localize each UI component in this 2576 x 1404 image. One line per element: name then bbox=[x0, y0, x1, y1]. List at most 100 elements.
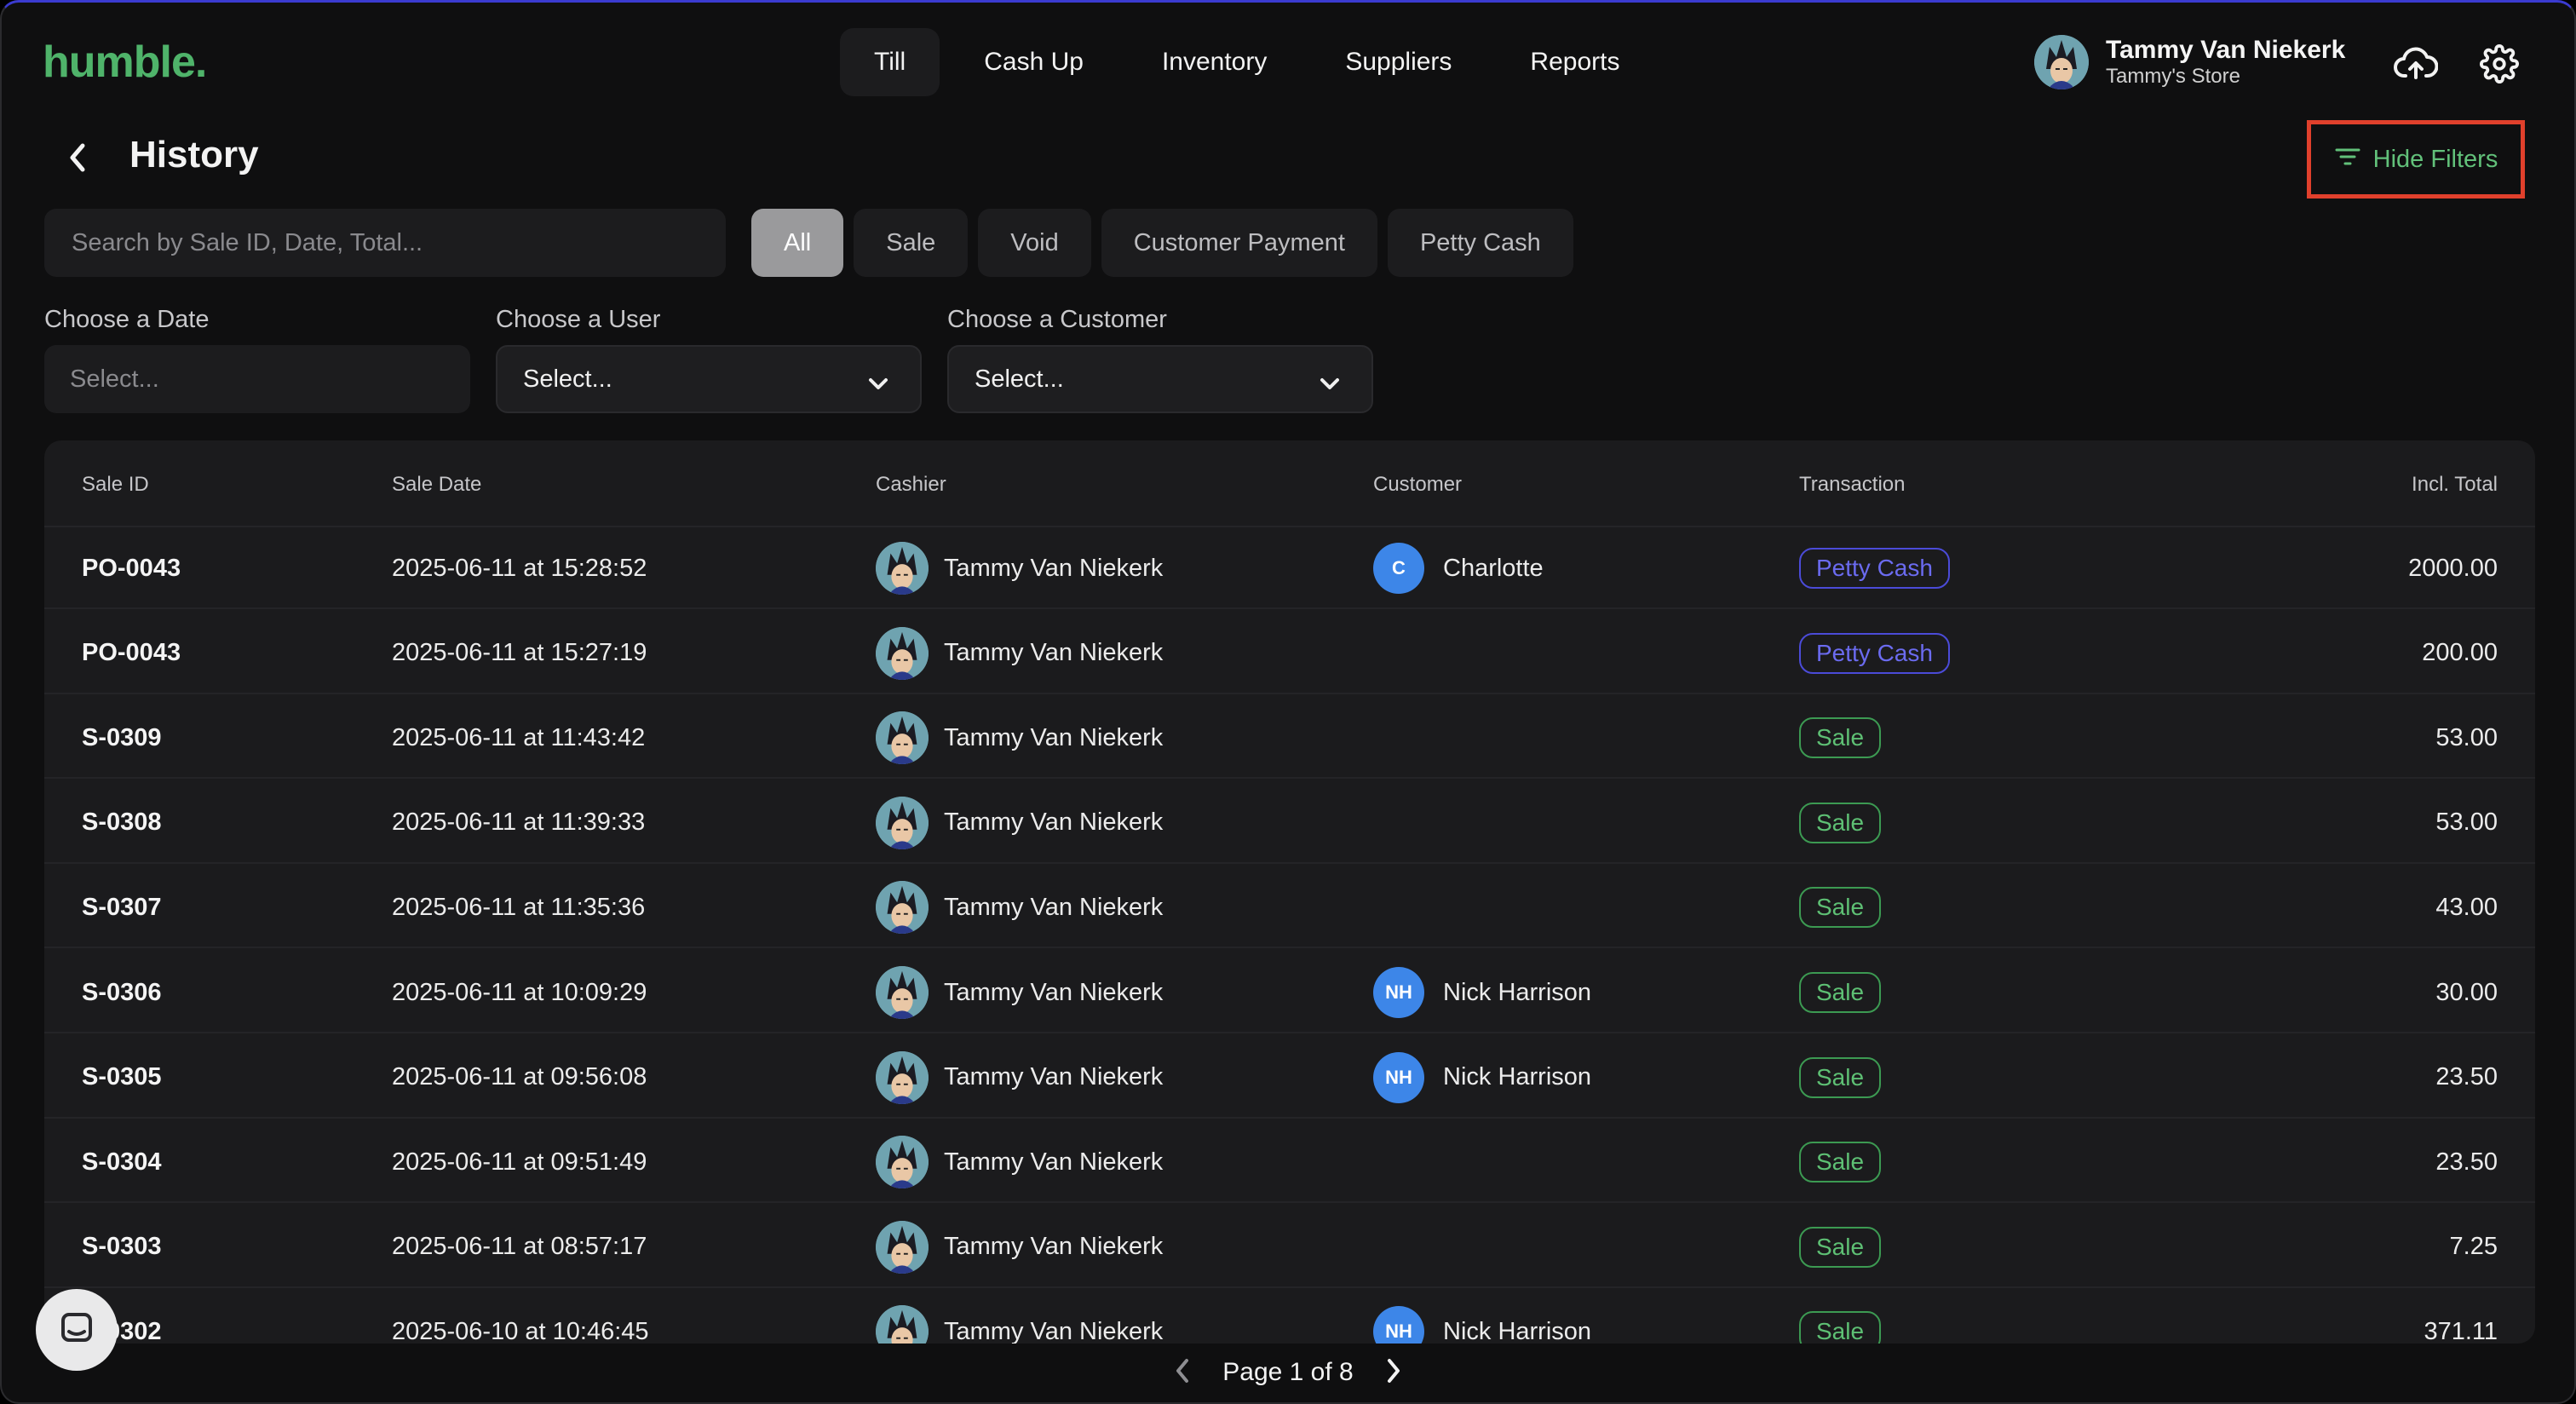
sale-id: S-0306 bbox=[82, 978, 162, 1006]
customer-cell: C Charlotte bbox=[1373, 527, 1544, 609]
nav-reports[interactable]: Reports bbox=[1496, 28, 1653, 96]
chevron-down-icon bbox=[1319, 371, 1341, 399]
table-row[interactable]: S-0305 2025-06-11 at 09:56:08 Tammy Van Ni… bbox=[44, 1037, 2535, 1119]
search-input[interactable] bbox=[44, 209, 726, 277]
nav-suppliers[interactable]: Suppliers bbox=[1311, 28, 1486, 96]
transaction-cell: Sale bbox=[1799, 782, 1882, 864]
table-row[interactable]: S-0307 2025-06-11 at 11:35:36 Tammy Van Ni… bbox=[44, 866, 2535, 949]
transaction-badge: Sale bbox=[1799, 972, 1882, 1013]
customer-select-value: Select... bbox=[975, 365, 1064, 393]
cashier-cell: Tammy Van Niekerk bbox=[876, 527, 1163, 609]
main-nav: Till Cash Up Inventory Suppliers Reports bbox=[840, 28, 1653, 96]
transaction-badge: Sale bbox=[1799, 1142, 1882, 1183]
transaction-cell: Sale bbox=[1799, 697, 1882, 779]
app-window: humble. Till Cash Up Inventory Suppliers… bbox=[0, 0, 2576, 1404]
cashier-name: Tammy Van Niekerk bbox=[944, 639, 1164, 667]
sale-date: 2025-06-11 at 10:09:29 bbox=[392, 978, 647, 1006]
nav-cash-up[interactable]: Cash Up bbox=[950, 28, 1118, 96]
nav-till[interactable]: Till bbox=[840, 28, 940, 96]
avatar bbox=[876, 626, 929, 680]
chat-icon bbox=[59, 1310, 95, 1350]
hide-filters-button[interactable]: Hide Filters bbox=[2307, 120, 2525, 199]
chip-customer-payment[interactable]: Customer Payment bbox=[1101, 209, 1377, 277]
incl-total: 2000.00 bbox=[2408, 554, 2498, 582]
hide-filters-label: Hide Filters bbox=[2372, 145, 2498, 173]
date-picker[interactable]: Select... bbox=[44, 345, 470, 413]
chat-support-button[interactable] bbox=[36, 1289, 118, 1371]
chip-sale[interactable]: Sale bbox=[854, 209, 969, 277]
sale-id: S-0305 bbox=[82, 1063, 162, 1091]
transaction-cell: Sale bbox=[1799, 952, 1882, 1033]
sale-id: S-0303 bbox=[82, 1233, 162, 1261]
chevron-down-icon bbox=[867, 371, 889, 399]
table-row[interactable]: S-0302 2025-06-10 at 10:46:45 Tammy Van Ni… bbox=[44, 1291, 2535, 1344]
incl-total: 53.00 bbox=[2435, 808, 2498, 837]
page-title: History bbox=[129, 134, 259, 176]
avatar bbox=[876, 966, 929, 1019]
cashier-cell: Tammy Van Niekerk bbox=[876, 866, 1163, 948]
sale-date: 2025-06-11 at 15:27:19 bbox=[392, 639, 647, 667]
table-row[interactable]: S-0308 2025-06-11 at 11:39:33 Tammy Van Ni… bbox=[44, 782, 2535, 864]
user-menu[interactable]: Tammy Van Niekerk Tammy's Store bbox=[2034, 35, 2345, 89]
header-sale-id: Sale ID bbox=[82, 473, 149, 496]
customer-select[interactable]: Select... bbox=[947, 345, 1373, 413]
table-row[interactable]: S-0309 2025-06-11 at 11:43:42 Tammy Van Ni… bbox=[44, 697, 2535, 780]
sale-id: PO-0043 bbox=[82, 554, 181, 582]
chevron-right-icon[interactable] bbox=[1384, 1357, 1403, 1389]
cashier-name: Tammy Van Niekerk bbox=[944, 1148, 1164, 1176]
transaction-badge: Sale bbox=[1799, 1226, 1882, 1268]
store-name: Tammy's Store bbox=[2106, 65, 2240, 88]
cashier-cell: Tammy Van Niekerk bbox=[876, 782, 1163, 864]
table-row[interactable]: S-0306 2025-06-11 at 10:09:29 Tammy Van Ni… bbox=[44, 952, 2535, 1033]
cloud-upload-icon[interactable] bbox=[2392, 40, 2440, 88]
sale-date: 2025-06-11 at 09:56:08 bbox=[392, 1063, 647, 1091]
table-row[interactable]: PO-0043 2025-06-11 at 15:27:19 Tammy Van N… bbox=[44, 613, 2535, 694]
cashier-cell: Tammy Van Niekerk bbox=[876, 613, 1163, 694]
chevron-left-icon[interactable] bbox=[1173, 1357, 1192, 1389]
customer-avatar: NH bbox=[1373, 1051, 1424, 1103]
transaction-badge: Sale bbox=[1799, 1056, 1882, 1098]
nav-inventory[interactable]: Inventory bbox=[1128, 28, 1301, 96]
incl-total: 30.00 bbox=[2435, 978, 2498, 1006]
chip-petty-cash[interactable]: Petty Cash bbox=[1387, 209, 1573, 277]
filter-lines-icon bbox=[2334, 146, 2361, 174]
header-cashier: Cashier bbox=[876, 473, 946, 496]
avatar bbox=[876, 796, 929, 849]
incl-total: 43.00 bbox=[2435, 893, 2498, 921]
cashier-cell: Tammy Van Niekerk bbox=[876, 697, 1163, 779]
sale-id: S-0307 bbox=[82, 893, 162, 921]
sale-date: 2025-06-11 at 11:35:36 bbox=[392, 893, 646, 921]
avatar bbox=[876, 1050, 929, 1104]
sale-date: 2025-06-11 at 11:39:33 bbox=[392, 808, 646, 837]
cashier-name: Tammy Van Niekerk bbox=[944, 978, 1164, 1006]
table-row[interactable]: PO-0043 2025-06-11 at 15:28:52 Tammy Van N… bbox=[44, 527, 2535, 609]
transaction-cell: Petty Cash bbox=[1799, 527, 1950, 609]
avatar bbox=[876, 1136, 929, 1189]
header-sale-date: Sale Date bbox=[392, 473, 482, 496]
cashier-cell: Tammy Van Niekerk bbox=[876, 952, 1163, 1033]
gear-icon[interactable] bbox=[2475, 40, 2523, 88]
chip-all[interactable]: All bbox=[751, 209, 844, 277]
header-incl-total: Incl. Total bbox=[2412, 473, 2498, 496]
header-transaction: Transaction bbox=[1799, 473, 1906, 496]
customer-avatar: NH bbox=[1373, 1306, 1424, 1344]
customer-name: Nick Harrison bbox=[1443, 978, 1592, 1006]
transaction-badge: Sale bbox=[1799, 887, 1882, 929]
user-select[interactable]: Select... bbox=[496, 345, 922, 413]
pagination: Page 1 of 8 bbox=[2, 1345, 2574, 1400]
avatar bbox=[2034, 35, 2089, 89]
sale-date: 2025-06-11 at 15:28:52 bbox=[392, 554, 647, 582]
user-name: Tammy Van Niekerk bbox=[2106, 36, 2346, 64]
avatar bbox=[876, 711, 929, 765]
cashier-cell: Tammy Van Niekerk bbox=[876, 1121, 1163, 1203]
cashier-name: Tammy Van Niekerk bbox=[944, 808, 1164, 837]
chip-void[interactable]: Void bbox=[978, 209, 1091, 277]
user-filter-label: Choose a User bbox=[496, 306, 661, 333]
avatar bbox=[876, 542, 929, 595]
table-row[interactable]: S-0304 2025-06-11 at 09:51:49 Tammy Van Ni… bbox=[44, 1121, 2535, 1204]
sale-date: 2025-06-11 at 08:57:17 bbox=[392, 1233, 647, 1261]
chevron-left-icon[interactable] bbox=[58, 137, 99, 178]
table-row[interactable]: S-0303 2025-06-11 at 08:57:17 Tammy Van Ni… bbox=[44, 1206, 2535, 1288]
sale-id: S-0309 bbox=[82, 723, 162, 751]
incl-total: 371.11 bbox=[2424, 1317, 2498, 1344]
